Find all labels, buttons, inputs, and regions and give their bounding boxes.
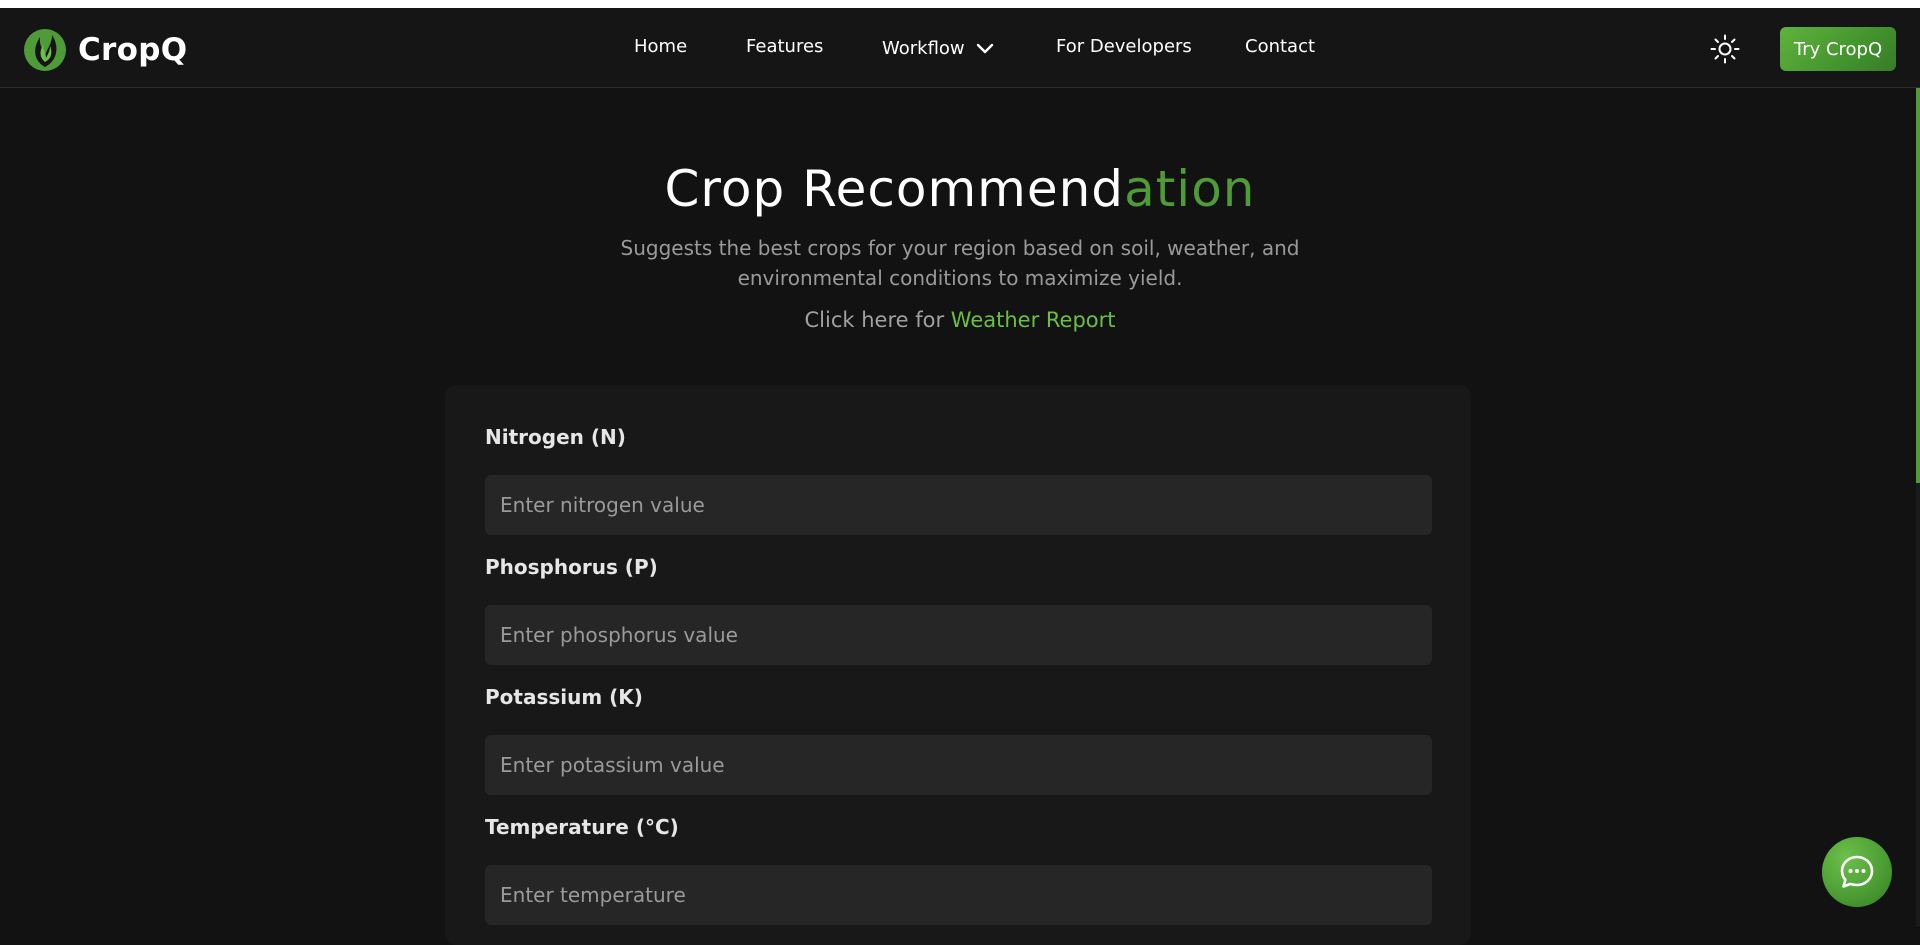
nitrogen-label: Nitrogen (N): [485, 425, 626, 449]
chat-bubble-icon: [1840, 855, 1874, 888]
chat-button[interactable]: [1822, 837, 1892, 907]
page-subtitle: Suggests the best crops for your region …: [620, 236, 1300, 290]
browser-top-strip: [0, 0, 1920, 8]
phosphorus-input[interactable]: [485, 605, 1432, 665]
nav-contact[interactable]: Contact: [1245, 36, 1315, 57]
try-cropq-button[interactable]: Try CropQ: [1780, 27, 1896, 71]
nav-for-developers[interactable]: For Developers: [1056, 36, 1192, 57]
nav-workflow[interactable]: Workflow: [882, 38, 995, 59]
temperature-label: Temperature (°C): [485, 815, 679, 839]
sun-icon[interactable]: [1710, 34, 1740, 64]
main-nav: Home Features Workflow For Developers Co…: [0, 8, 1920, 88]
potassium-input[interactable]: [485, 735, 1432, 795]
crop-form-card: Nitrogen (N) Phosphorus (P) Potassium (K…: [445, 385, 1471, 945]
temperature-input[interactable]: [485, 865, 1432, 925]
page-title: Crop Recommendation: [0, 155, 1920, 223]
hero-section: Crop Recommendation Suggests the best cr…: [0, 155, 1920, 332]
nav-home[interactable]: Home: [634, 36, 687, 57]
chevron-down-icon: [976, 43, 993, 53]
nitrogen-input[interactable]: [485, 475, 1432, 535]
weather-report-link[interactable]: Weather Report: [951, 308, 1116, 332]
potassium-label: Potassium (K): [485, 685, 643, 709]
weather-report-line: Click here for Weather Report: [0, 308, 1920, 332]
page-title-part1: Crop Recommend: [664, 160, 1125, 218]
navbar: CropQ Home Features Workflow For Develop…: [0, 8, 1920, 88]
weather-report-prefix: Click here for: [804, 308, 945, 332]
phosphorus-label: Phosphorus (P): [485, 555, 658, 579]
nav-workflow-label: Workflow: [882, 38, 965, 59]
nav-features[interactable]: Features: [746, 36, 823, 57]
page-title-part2: ation: [1124, 160, 1256, 218]
